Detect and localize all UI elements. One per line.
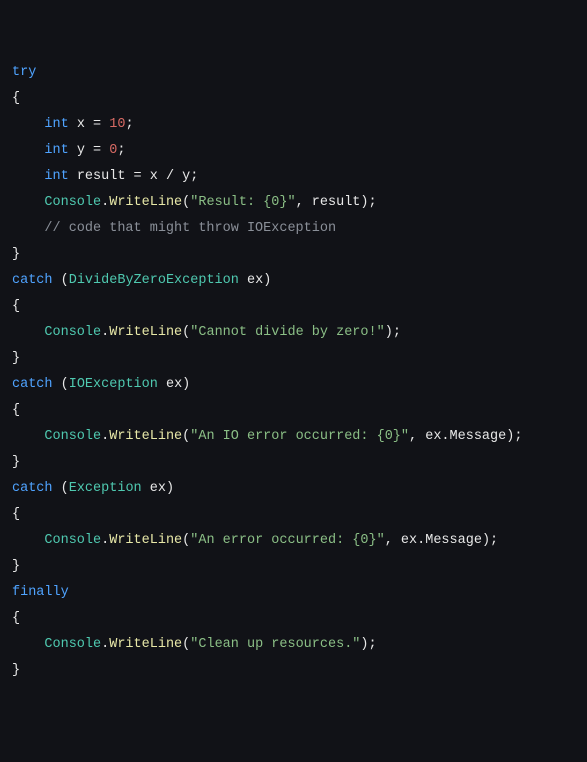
paren-open: (	[61, 377, 69, 392]
keyword-catch: catch	[12, 481, 53, 496]
literal-10: 10	[109, 117, 125, 132]
op-div: /	[158, 169, 182, 184]
comma: ,	[385, 533, 401, 548]
space	[53, 273, 61, 288]
type-int: int	[44, 169, 68, 184]
var-ex: ex	[401, 533, 417, 548]
dot: .	[417, 533, 425, 548]
semi: ;	[117, 143, 125, 158]
var-ex: ex	[247, 273, 263, 288]
method-writeline: WriteLine	[109, 195, 182, 210]
space	[53, 481, 61, 496]
paren-open: (	[61, 481, 69, 496]
brace-open: {	[12, 91, 20, 106]
class-console: Console	[44, 533, 101, 548]
brace-open: {	[12, 507, 20, 522]
paren-close: )	[166, 481, 174, 496]
method-writeline: WriteLine	[109, 533, 182, 548]
paren-close: )	[263, 273, 271, 288]
prop-message: Message	[450, 429, 507, 444]
method-writeline: WriteLine	[109, 325, 182, 340]
semi: ;	[125, 117, 133, 132]
assign: =	[85, 143, 109, 158]
space	[69, 143, 77, 158]
class-console: Console	[44, 325, 101, 340]
indent	[12, 169, 44, 184]
var-x: x	[77, 117, 85, 132]
indent	[12, 221, 44, 236]
space	[158, 377, 166, 392]
class-console: Console	[44, 637, 101, 652]
space	[142, 481, 150, 496]
paren-close: )	[482, 533, 490, 548]
dot: .	[441, 429, 449, 444]
assign: =	[85, 117, 109, 132]
type-int: int	[44, 143, 68, 158]
string-result: "Result: {0}"	[190, 195, 295, 210]
string-error-occurred: "An error occurred: {0}"	[190, 533, 384, 548]
space	[53, 377, 61, 392]
comment-ioexception: // code that might throw IOException	[44, 221, 336, 236]
paren-close: )	[385, 325, 393, 340]
paren-open: (	[61, 273, 69, 288]
class-console: Console	[44, 195, 101, 210]
code-block: try { int x = 10; int y = 0; int result …	[12, 60, 575, 684]
paren-close: )	[360, 637, 368, 652]
space	[239, 273, 247, 288]
method-writeline: WriteLine	[109, 637, 182, 652]
keyword-catch: catch	[12, 377, 53, 392]
var-ex: ex	[150, 481, 166, 496]
keyword-catch: catch	[12, 273, 53, 288]
paren-close: )	[360, 195, 368, 210]
indent	[12, 143, 44, 158]
var-result: result	[77, 169, 126, 184]
semi: ;	[514, 429, 522, 444]
semi: ;	[393, 325, 401, 340]
indent	[12, 429, 44, 444]
class-ioexception: IOException	[69, 377, 158, 392]
paren-close: )	[182, 377, 190, 392]
space	[69, 169, 77, 184]
method-writeline: WriteLine	[109, 429, 182, 444]
var-ex: ex	[166, 377, 182, 392]
var-x: x	[150, 169, 158, 184]
arg-result: result	[312, 195, 361, 210]
indent	[12, 637, 44, 652]
class-console: Console	[44, 429, 101, 444]
keyword-finally: finally	[12, 585, 69, 600]
prop-message: Message	[425, 533, 482, 548]
brace-open: {	[12, 299, 20, 314]
var-y: y	[77, 143, 85, 158]
string-cannot-divide: "Cannot divide by zero!"	[190, 325, 384, 340]
space	[69, 117, 77, 132]
string-io-error: "An IO error occurred: {0}"	[190, 429, 409, 444]
semi: ;	[490, 533, 498, 548]
class-dividebyzero: DivideByZeroException	[69, 273, 239, 288]
brace-close: }	[12, 455, 20, 470]
class-exception: Exception	[69, 481, 142, 496]
brace-open: {	[12, 403, 20, 418]
indent	[12, 117, 44, 132]
indent	[12, 195, 44, 210]
type-int: int	[44, 117, 68, 132]
var-ex: ex	[425, 429, 441, 444]
comma: ,	[296, 195, 312, 210]
brace-close: }	[12, 663, 20, 678]
assign: =	[125, 169, 149, 184]
brace-open: {	[12, 611, 20, 626]
brace-close: }	[12, 351, 20, 366]
semi: ;	[369, 195, 377, 210]
comma: ,	[409, 429, 425, 444]
brace-close: }	[12, 247, 20, 262]
indent	[12, 533, 44, 548]
semi: ;	[369, 637, 377, 652]
indent	[12, 325, 44, 340]
brace-close: }	[12, 559, 20, 574]
semi: ;	[190, 169, 198, 184]
keyword-try: try	[12, 65, 36, 80]
string-cleanup: "Clean up resources."	[190, 637, 360, 652]
